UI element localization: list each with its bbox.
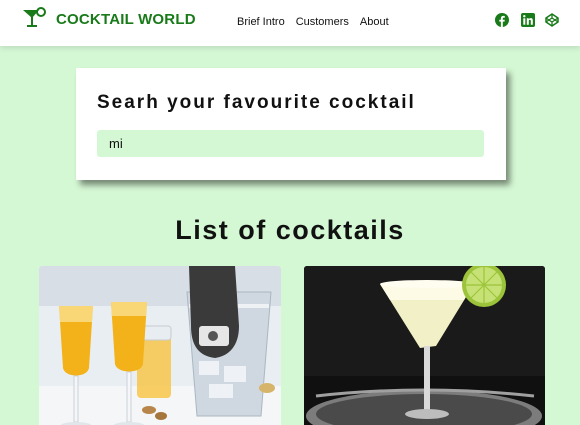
- brand-logo-link[interactable]: COCKTAIL WORLD: [22, 7, 196, 29]
- search-input[interactable]: [97, 130, 484, 157]
- nav-links: Brief Intro Customers About: [237, 16, 389, 28]
- brand-name: COCKTAIL WORLD: [56, 10, 196, 28]
- cocktail-card[interactable]: [39, 266, 281, 425]
- nav-link-about[interactable]: About: [360, 16, 389, 28]
- search-title: Searh your favourite cocktail: [97, 92, 416, 113]
- nav-link-customers[interactable]: Customers: [296, 16, 349, 28]
- search-card: Searh your favourite cocktail: [76, 68, 506, 180]
- cocktail-card[interactable]: [304, 266, 545, 425]
- facebook-icon[interactable]: [495, 13, 509, 27]
- cocktail-image: [304, 266, 545, 425]
- cocktail-image: [39, 266, 281, 425]
- navbar: COCKTAIL WORLD Brief Intro Customers Abo…: [0, 0, 580, 46]
- nav-link-brief-intro[interactable]: Brief Intro: [237, 16, 285, 28]
- codepen-icon[interactable]: [545, 13, 559, 27]
- linkedin-icon[interactable]: [521, 13, 535, 27]
- list-title: List of cocktails: [175, 215, 405, 245]
- cocktail-glass-icon: [23, 7, 46, 27]
